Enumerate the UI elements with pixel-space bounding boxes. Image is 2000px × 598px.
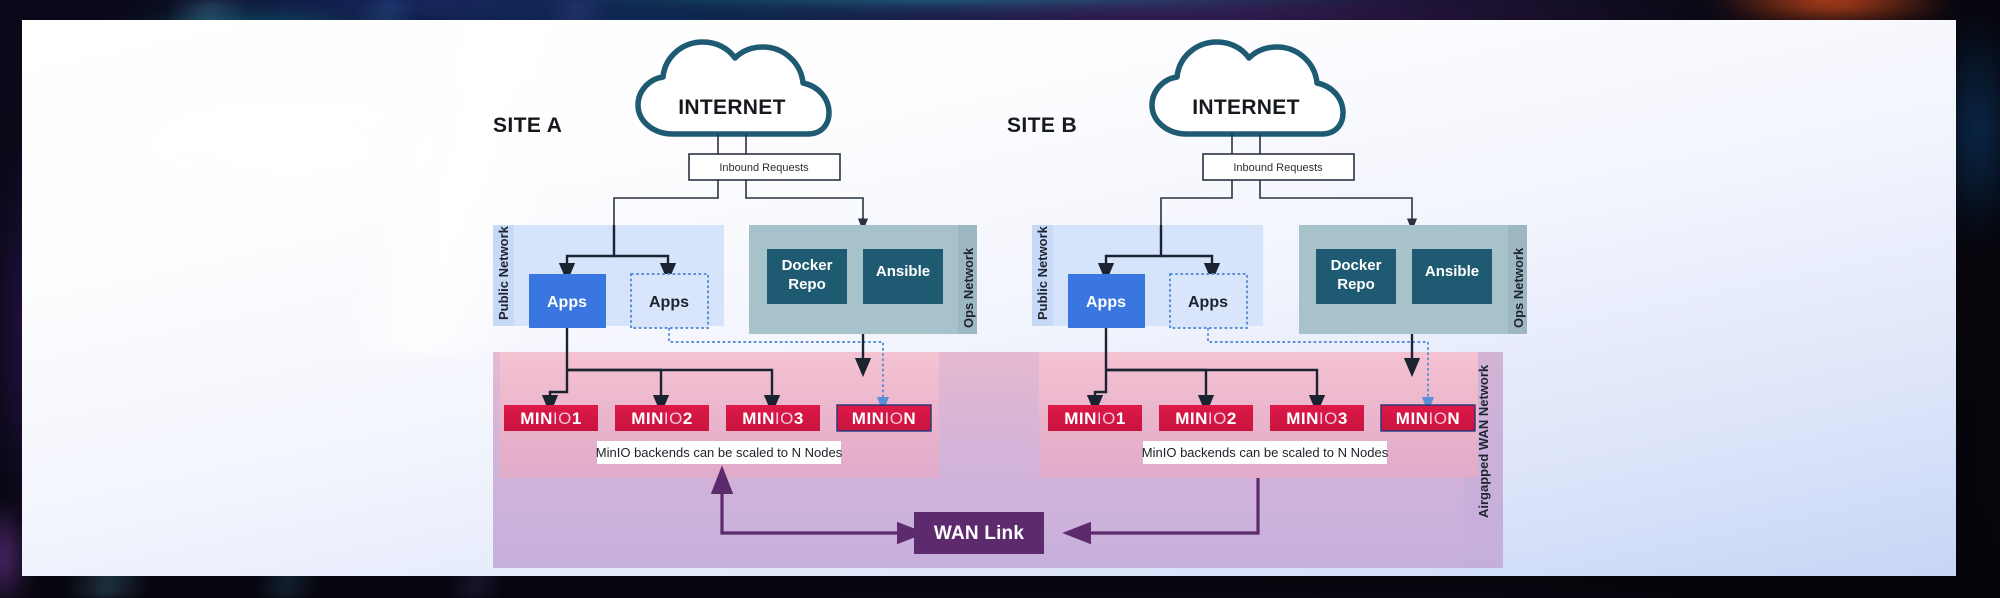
site-b-minio-node-1-label: MINIO1 bbox=[1064, 409, 1126, 428]
diagram-canvas: Airgapped WAN Network SITE A INTERNET In… bbox=[22, 20, 1956, 576]
site-a-minio-node-n[interactable]: MINION bbox=[836, 404, 932, 432]
site-a-inbound-label: Inbound Requests bbox=[719, 162, 809, 174]
site-a-minio-zone: MINIO1 MINIO2 MINIO3 MINION MinIO backen… bbox=[500, 328, 939, 478]
site-b-minio-node-2[interactable]: MINIO2 bbox=[1159, 405, 1253, 431]
site-a-minio-caption-label: MinIO backends can be scaled to N Nodes bbox=[596, 445, 843, 460]
wan-link-box[interactable]: WAN Link bbox=[914, 512, 1044, 554]
site-b-minio-node-n[interactable]: MINION bbox=[1380, 404, 1476, 432]
site-b-apps-secondary[interactable]: Apps bbox=[1169, 273, 1248, 329]
site-a-ansible[interactable]: Ansible bbox=[863, 249, 943, 304]
site-a-group: SITE A INTERNET Inbound Requests Public … bbox=[493, 39, 977, 545]
site-b-inbound-label: Inbound Requests bbox=[1233, 162, 1323, 174]
site-b-docker-repo[interactable]: Docker Repo bbox=[1316, 249, 1396, 304]
site-b-minio-node-3[interactable]: MINIO3 bbox=[1270, 405, 1364, 431]
site-a-inbound-requests-box: Inbound Requests bbox=[688, 153, 841, 181]
site-b-minio-node-n-label: MINION bbox=[1396, 409, 1460, 428]
site-a-public-network-label: Public Network bbox=[496, 225, 511, 320]
site-b-ansible-label: Ansible bbox=[1425, 263, 1479, 280]
site-a-minio-node-1[interactable]: MINIO1 bbox=[504, 405, 598, 431]
site-b-apps-primary-label: Apps bbox=[1086, 294, 1126, 311]
site-b-minio-zone: MINIO1 MINIO2 MINIO3 MINION MinIO backen… bbox=[1039, 328, 1478, 478]
site-b-apps-primary[interactable]: Apps bbox=[1068, 274, 1145, 328]
site-a-ansible-label: Ansible bbox=[876, 263, 930, 280]
site-b-public-network-zone: Public Network Apps Apps bbox=[1032, 225, 1263, 329]
site-b-title: SITE B bbox=[1007, 114, 1077, 137]
site-a-minio-node-2[interactable]: MINIO2 bbox=[615, 405, 709, 431]
site-a-title: SITE A bbox=[493, 114, 562, 137]
site-b-ops-network-label: Ops Network bbox=[1511, 247, 1526, 328]
site-b-minio-caption-label: MinIO backends can be scaled to N Nodes bbox=[1142, 445, 1389, 460]
site-b-public-network-label: Public Network bbox=[1035, 225, 1050, 320]
site-a-minio-node-3[interactable]: MINIO3 bbox=[726, 405, 820, 431]
site-a-internet-cloud: INTERNET bbox=[635, 39, 832, 137]
site-a-cloud-label: INTERNET bbox=[678, 96, 785, 119]
site-b-group: SITE B INTERNET Inbound Requests Public … bbox=[1007, 39, 1527, 545]
site-b-minio-caption: MinIO backends can be scaled to N Nodes bbox=[1142, 441, 1389, 464]
site-a-minio-node-2-label: MINIO2 bbox=[631, 409, 693, 428]
site-b-docker-repo-label-2: Repo bbox=[1337, 276, 1375, 293]
site-b-bus-to-public bbox=[1160, 180, 1233, 225]
site-a-apps-secondary-label: Apps bbox=[649, 294, 689, 311]
site-b-ansible[interactable]: Ansible bbox=[1412, 249, 1492, 304]
site-b-minio-node-1[interactable]: MINIO1 bbox=[1048, 405, 1142, 431]
site-a-bus-to-ops bbox=[745, 180, 869, 232]
architecture-diagram: Airgapped WAN Network SITE A INTERNET In… bbox=[493, 39, 1527, 568]
site-a-public-network-zone: Public Network Apps Apps bbox=[493, 225, 724, 329]
site-b-inbound-requests-box: Inbound Requests bbox=[1202, 153, 1355, 181]
site-b-internet-cloud: INTERNET bbox=[1149, 39, 1346, 137]
site-b-minio-node-2-label: MINIO2 bbox=[1175, 409, 1237, 428]
site-a-docker-repo-label-2: Repo bbox=[788, 276, 826, 293]
site-a-apps-secondary[interactable]: Apps bbox=[630, 273, 709, 329]
site-b-minio-node-3-label: MINIO3 bbox=[1286, 409, 1348, 428]
site-a-apps-primary[interactable]: Apps bbox=[529, 274, 606, 328]
site-a-minio-node-1-label: MINIO1 bbox=[520, 409, 582, 428]
site-b-apps-secondary-label: Apps bbox=[1188, 294, 1228, 311]
site-a-ops-network-zone: Ops Network Docker Repo Ansible bbox=[749, 225, 977, 334]
site-a-apps-primary-label: Apps bbox=[547, 294, 587, 311]
airgapped-wan-network-label: Airgapped WAN Network bbox=[1476, 364, 1491, 518]
site-a-docker-repo[interactable]: Docker Repo bbox=[767, 249, 847, 304]
site-a-bus-to-public bbox=[613, 180, 719, 225]
site-b-ops-network-zone: Ops Network Docker Repo Ansible bbox=[1299, 225, 1527, 334]
site-b-bus-to-ops bbox=[1259, 180, 1418, 232]
site-a-docker-repo-label-1: Docker bbox=[782, 257, 833, 274]
site-b-docker-repo-label-1: Docker bbox=[1331, 257, 1382, 274]
wan-link-label: WAN Link bbox=[934, 523, 1024, 544]
site-b-cloud-label: INTERNET bbox=[1192, 96, 1299, 119]
site-a-minio-node-n-label: MINION bbox=[852, 409, 916, 428]
site-a-minio-caption: MinIO backends can be scaled to N Nodes bbox=[596, 441, 843, 464]
site-a-minio-node-3-label: MINIO3 bbox=[742, 409, 804, 428]
site-a-ops-network-label: Ops Network bbox=[961, 247, 976, 328]
